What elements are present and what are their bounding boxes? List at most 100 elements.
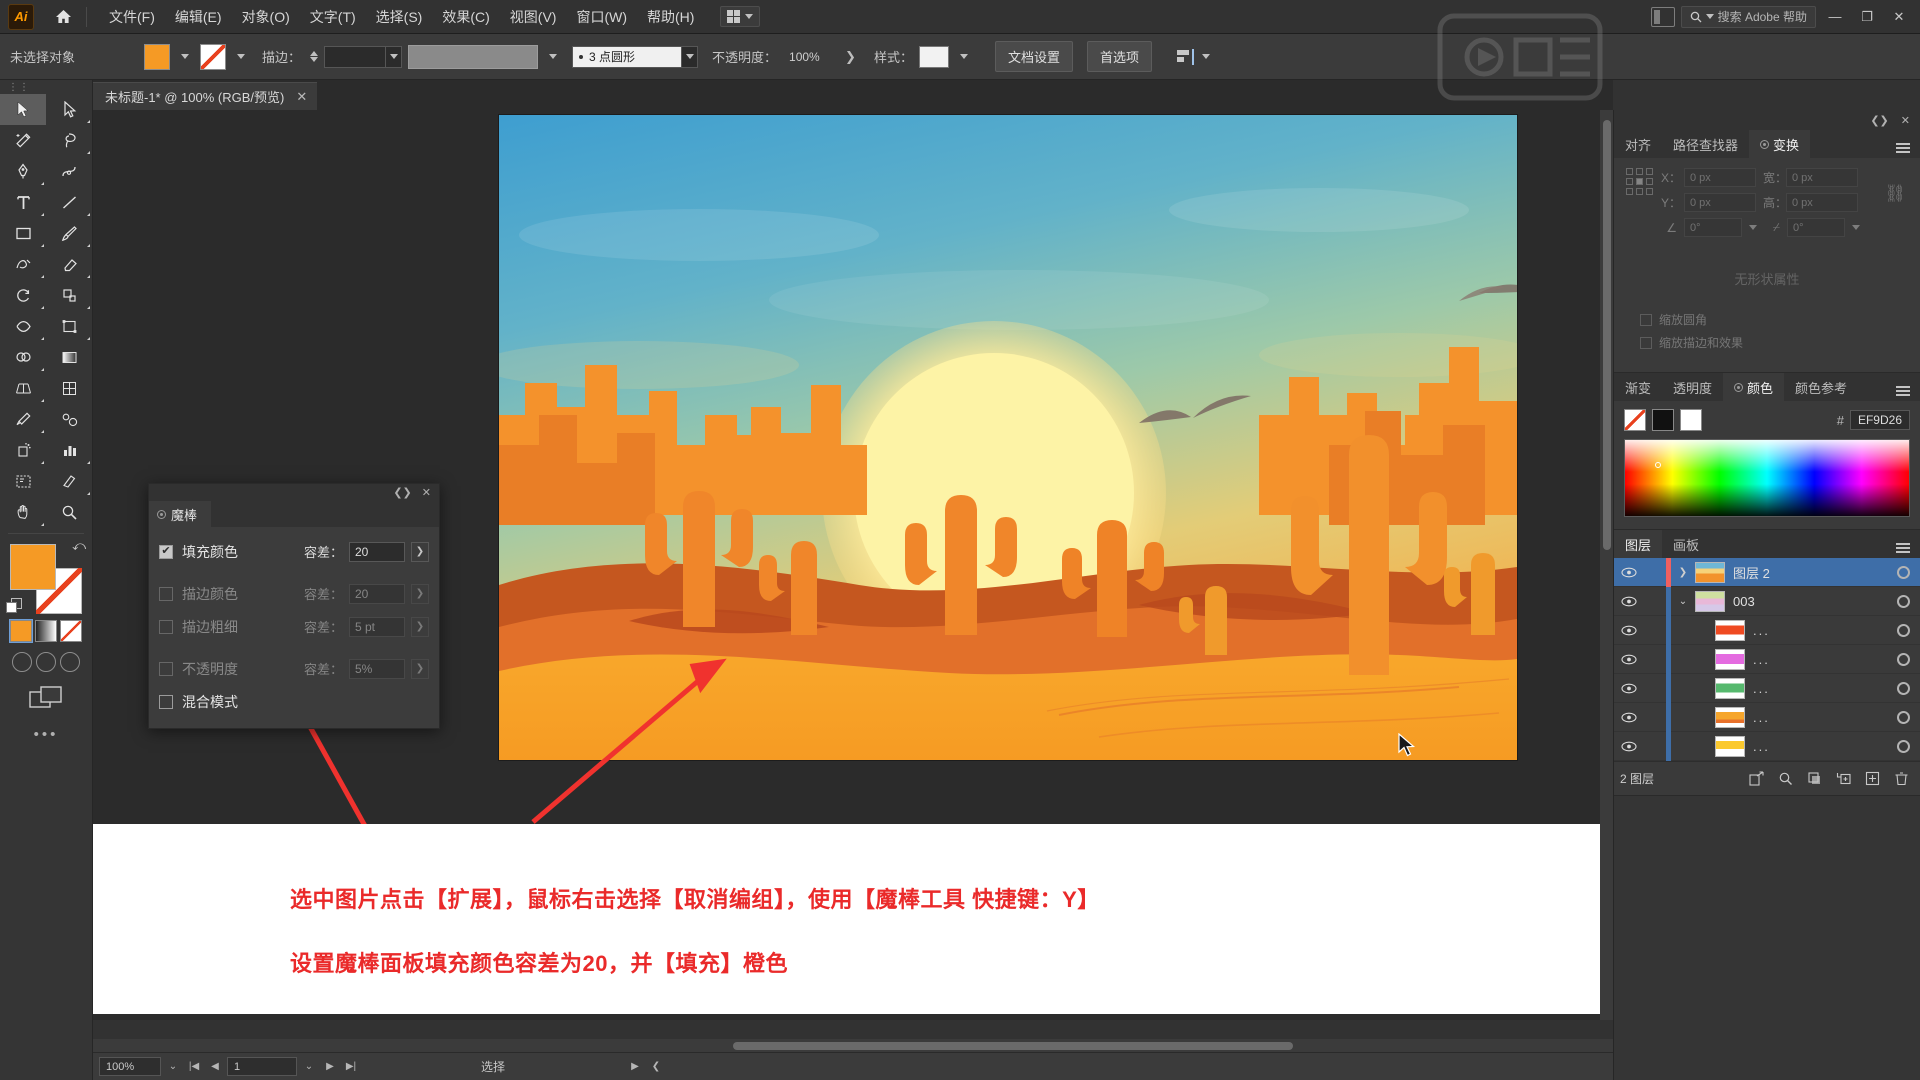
zoom-tool[interactable] bbox=[46, 497, 92, 528]
opacity-tolerance-expand[interactable]: ❯ bbox=[411, 658, 429, 679]
horizontal-scroll-thumb[interactable] bbox=[733, 1042, 1293, 1050]
menu-select[interactable]: 选择(S) bbox=[366, 3, 433, 31]
close-icon[interactable]: ✕ bbox=[1901, 114, 1910, 127]
fill-swatch[interactable] bbox=[144, 43, 170, 70]
none-mode-button[interactable] bbox=[60, 620, 82, 642]
target-indicator[interactable] bbox=[1886, 681, 1920, 695]
type-tool[interactable] bbox=[0, 187, 46, 218]
search-help-box[interactable]: 搜索 Adobe 帮助 bbox=[1680, 5, 1816, 28]
selection-tool[interactable] bbox=[0, 94, 46, 125]
restore-button[interactable]: ❐ bbox=[1854, 6, 1880, 28]
swap-fill-stroke-icon[interactable]: ⤺ bbox=[72, 538, 86, 554]
menu-help[interactable]: 帮助(H) bbox=[637, 3, 704, 31]
blend-tool[interactable] bbox=[46, 404, 92, 435]
eraser-tool[interactable] bbox=[46, 249, 92, 280]
arrange-documents-icon[interactable] bbox=[1650, 6, 1675, 27]
screen-mode-button[interactable] bbox=[0, 686, 92, 712]
chevron-down-icon[interactable] bbox=[1749, 225, 1757, 230]
tab-color-guide[interactable]: 颜色参考 bbox=[1784, 373, 1858, 401]
layer-name[interactable]: ... bbox=[1753, 623, 1886, 638]
layer-row-path-1[interactable]: ... bbox=[1614, 615, 1920, 645]
stroke-color-checkbox[interactable] bbox=[159, 586, 173, 601]
opacity-field[interactable]: 100% bbox=[783, 46, 839, 68]
layer-row-path-2[interactable]: ... bbox=[1614, 644, 1920, 674]
locate-object-icon[interactable] bbox=[1772, 767, 1798, 791]
width-input[interactable]: 0 px bbox=[1786, 168, 1858, 187]
column-graph-tool[interactable] bbox=[46, 435, 92, 466]
fill-dropdown[interactable] bbox=[176, 44, 194, 70]
tab-layers[interactable]: 图层 bbox=[1614, 530, 1663, 558]
toolbar-fill-swatch[interactable] bbox=[10, 544, 56, 590]
layer-name[interactable]: ... bbox=[1753, 710, 1886, 725]
home-icon[interactable] bbox=[52, 6, 74, 28]
artboard-dropdown-icon[interactable]: ⌄ bbox=[300, 1057, 318, 1076]
shear-input[interactable]: 0° bbox=[1787, 218, 1845, 237]
black-swatch[interactable] bbox=[1652, 409, 1674, 431]
menu-type[interactable]: 文字(T) bbox=[300, 3, 366, 31]
layer-name[interactable]: 003 bbox=[1733, 594, 1886, 609]
artboard-number-input[interactable]: 1 bbox=[227, 1057, 297, 1076]
opacity-expand-arrow[interactable]: ❯ bbox=[845, 49, 856, 65]
release-to-layers-icon[interactable] bbox=[1743, 767, 1769, 791]
canvas-horizontal-scrollbar[interactable] bbox=[93, 1039, 1613, 1052]
direct-selection-tool[interactable] bbox=[46, 94, 92, 125]
stroke-color-tolerance-input[interactable]: 20 bbox=[349, 583, 405, 604]
layer-name[interactable]: ... bbox=[1753, 652, 1886, 667]
color-mode-button[interactable] bbox=[9, 619, 33, 643]
wand-row-stroke-weight[interactable]: 描边粗细 容差： 5 pt ❯ bbox=[149, 610, 439, 643]
zoom-level-input[interactable]: 100% bbox=[99, 1057, 161, 1076]
stroke-dropdown[interactable] bbox=[232, 44, 250, 70]
lasso-tool[interactable] bbox=[46, 125, 92, 156]
collapse-icon[interactable]: ❮❯ bbox=[393, 486, 411, 499]
scale-corners-checkbox[interactable] bbox=[1640, 313, 1652, 326]
collapse-icon[interactable]: ❮❯ bbox=[1870, 114, 1888, 127]
wand-row-blend-mode[interactable]: 混合模式 bbox=[149, 685, 439, 718]
color-spectrum[interactable] bbox=[1624, 439, 1910, 517]
tab-artboards[interactable]: 画板 bbox=[1662, 530, 1710, 558]
visibility-icon[interactable] bbox=[1614, 712, 1644, 723]
fill-tolerance-expand[interactable]: ❯ bbox=[411, 541, 429, 562]
stroke-weight-field[interactable] bbox=[324, 45, 387, 68]
tab-transparency[interactable]: 透明度 bbox=[1662, 373, 1723, 401]
layer-row-path-3[interactable]: ... bbox=[1614, 673, 1920, 703]
white-swatch[interactable] bbox=[1680, 409, 1702, 431]
x-input[interactable]: 0 px bbox=[1684, 168, 1756, 187]
brush-definition-combo[interactable]: 3 点圆形 bbox=[572, 45, 699, 68]
stroke-weight-combo[interactable] bbox=[324, 45, 403, 68]
angle-input[interactable]: 0° bbox=[1684, 218, 1742, 237]
prev-artboard-button[interactable]: ◀ bbox=[206, 1057, 224, 1076]
width-tool[interactable] bbox=[0, 311, 46, 342]
magic-wand-panel[interactable]: ❮❯ ✕ 魔棒 填充颜色 容差： 20 ❯ 描边颜色 bbox=[148, 483, 440, 729]
eyedropper-tool[interactable] bbox=[0, 404, 46, 435]
magic-wand-panel-titlebar[interactable]: ❮❯ ✕ bbox=[149, 484, 439, 501]
rotate-tool[interactable] bbox=[0, 280, 46, 311]
menu-object[interactable]: 对象(O) bbox=[232, 3, 300, 31]
pen-tool[interactable] bbox=[0, 156, 46, 187]
line-segment-tool[interactable] bbox=[46, 187, 92, 218]
chevron-right-icon[interactable]: ❯ bbox=[1671, 567, 1695, 578]
scale-strokes-checkbox[interactable] bbox=[1640, 336, 1652, 349]
visibility-icon[interactable] bbox=[1614, 741, 1644, 752]
canvas-vertical-scrollbar[interactable] bbox=[1600, 110, 1613, 1020]
hand-tool[interactable] bbox=[0, 497, 46, 528]
document-setup-button[interactable]: 文档设置 bbox=[994, 41, 1073, 72]
constrain-proportions-icon[interactable]: ⛓ bbox=[1884, 184, 1906, 204]
height-input[interactable]: 0 px bbox=[1786, 193, 1858, 212]
vertical-scroll-thumb[interactable] bbox=[1603, 120, 1611, 550]
layer-row-layer2[interactable]: ❯ 图层 2 bbox=[1614, 557, 1920, 587]
edit-toolbar-button[interactable]: ••• bbox=[0, 726, 92, 743]
target-indicator[interactable] bbox=[1886, 739, 1920, 753]
last-artboard-button[interactable]: ▶| bbox=[342, 1057, 360, 1076]
align-control[interactable] bbox=[1176, 48, 1210, 66]
paintbrush-tool[interactable] bbox=[46, 218, 92, 249]
close-icon[interactable]: ✕ bbox=[422, 486, 431, 499]
stroke-weight-tolerance-expand[interactable]: ❯ bbox=[411, 616, 429, 637]
artboard-tool[interactable] bbox=[0, 466, 46, 497]
chevron-down-icon[interactable]: ⌄ bbox=[1671, 596, 1695, 607]
document-tab[interactable]: 未标题-1* @ 100% (RGB/预览) ✕ bbox=[93, 82, 318, 110]
chevron-down-icon[interactable] bbox=[682, 45, 699, 68]
panel-menu-icon[interactable] bbox=[1886, 530, 1920, 558]
delete-layer-icon[interactable] bbox=[1888, 767, 1914, 791]
visibility-icon[interactable] bbox=[1614, 654, 1644, 665]
visibility-icon[interactable] bbox=[1614, 625, 1644, 636]
